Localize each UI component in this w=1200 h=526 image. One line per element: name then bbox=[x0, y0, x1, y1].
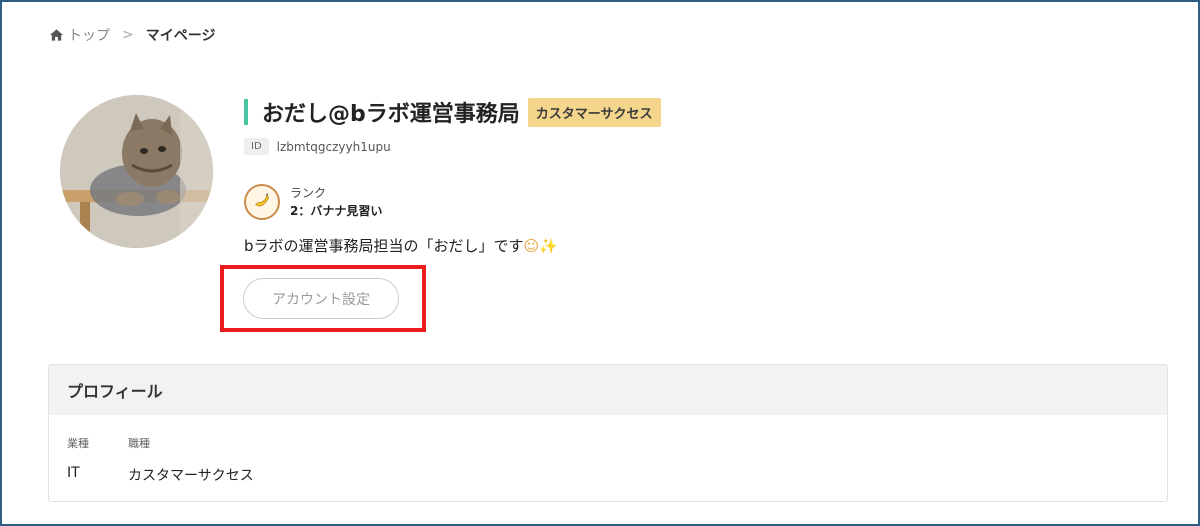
rank-row: ランク 2：バナナ見習い bbox=[244, 184, 382, 220]
profile-table: 業種 職種 IT カスタマーサクセス bbox=[67, 435, 254, 485]
rank-label: ランク bbox=[290, 186, 327, 200]
role-badge: カスタマーサクセス bbox=[527, 97, 661, 127]
breadcrumb-current: マイページ bbox=[145, 28, 216, 44]
user-name: おだし@bラボ運営事務局 bbox=[262, 102, 520, 127]
breadcrumb: トップ > マイページ bbox=[49, 25, 215, 45]
accent-bar bbox=[244, 99, 248, 125]
rank-text: ランク 2：バナナ見習い bbox=[290, 184, 382, 220]
user-bio: bラボの運営事務局担当の「おだし」です☺✨ bbox=[244, 235, 558, 256]
profile-value-job: カスタマーサクセス bbox=[128, 468, 254, 484]
banana-icon bbox=[244, 184, 280, 220]
profile-column-industry: 業種 bbox=[67, 437, 89, 450]
user-id-row: ID lzbmtqgczyyh1upu bbox=[244, 138, 391, 155]
profile-card: プロフィール 業種 職種 IT カスタマーサクセス bbox=[48, 364, 1168, 502]
profile-column-job: 職種 bbox=[128, 437, 150, 450]
bio-emoji: ☺✨ bbox=[523, 237, 558, 255]
rank-value: 2：バナナ見習い bbox=[290, 204, 383, 218]
user-name-row: おだし@bラボ運営事務局 カスタマーサクセス bbox=[244, 96, 661, 128]
profile-header-row: 業種 職種 bbox=[67, 435, 254, 451]
breadcrumb-home-link[interactable]: トップ bbox=[68, 25, 110, 45]
profile-value-row: IT カスタマーサクセス bbox=[67, 465, 254, 485]
bio-text: bラボの運営事務局担当の「おだし」です bbox=[244, 237, 524, 255]
breadcrumb-separator: > bbox=[122, 27, 134, 43]
profile-value-industry: IT bbox=[67, 465, 80, 481]
avatar bbox=[60, 95, 213, 248]
account-settings-button[interactable]: アカウント設定 bbox=[243, 278, 399, 319]
home-icon[interactable] bbox=[49, 28, 64, 42]
profile-header: プロフィール bbox=[49, 365, 1167, 415]
user-id-value: lzbmtqgczyyh1upu bbox=[276, 139, 391, 154]
id-tag: ID bbox=[244, 138, 269, 155]
